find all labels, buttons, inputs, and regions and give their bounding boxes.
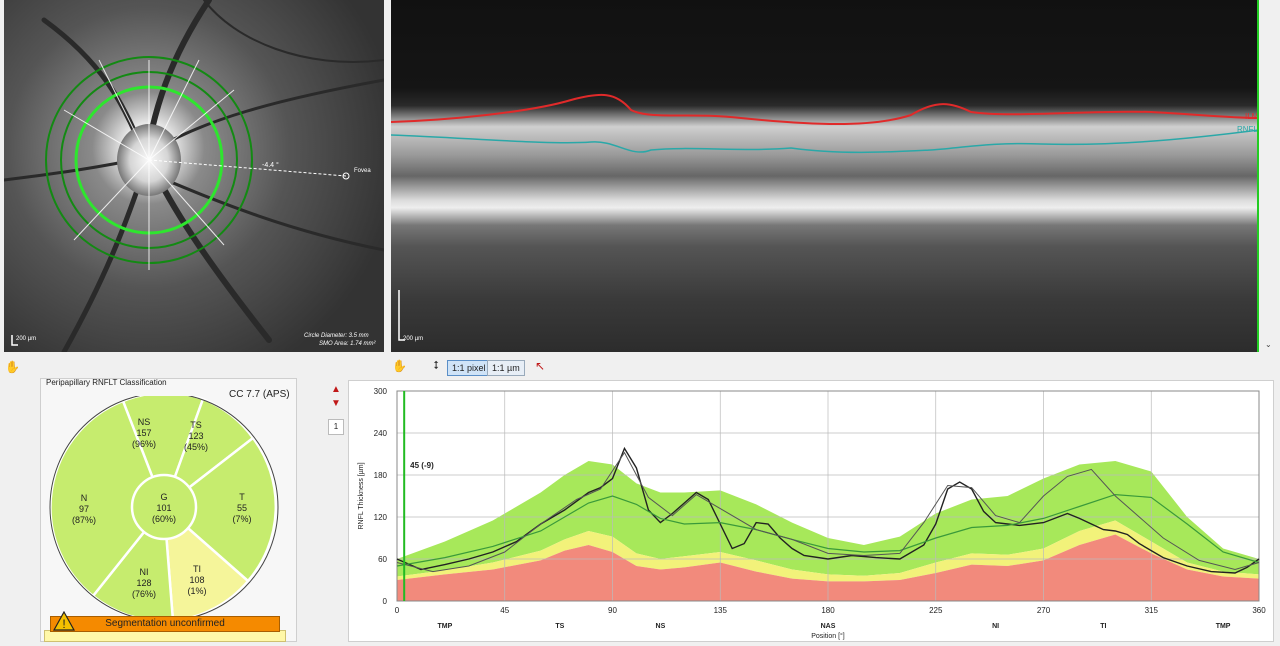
x-tick-label: 45 <box>500 606 509 615</box>
chart-svg: 0 45 90 135 180 225 270 315 360 0 60 120 180 240 300 45… <box>358 387 1266 640</box>
fundus-overlay <box>4 0 384 352</box>
x-tick-label: 180 <box>821 606 835 615</box>
sector-axis-label: NS <box>656 623 666 630</box>
circle-diameter-label: Circle Diameter: 3.5 mm <box>304 333 369 339</box>
rnfl-thickness-chart: 0 45 90 135 180 225 270 315 360 0 60 120 180 240 300 45… <box>348 380 1274 642</box>
x-tick-label: 135 <box>714 606 728 615</box>
classification-title: Peripapillary RNFLT Classification <box>46 378 167 387</box>
fundus-scale-label: 200 µm <box>16 336 37 342</box>
smo-area-label: SMO Area: 1.74 mm² <box>319 341 376 347</box>
rnfl-label: RNFL <box>1237 125 1258 134</box>
oct-overlay <box>391 93 1259 341</box>
sector-ns-pct: (96%) <box>131 439 156 449</box>
cursor-label: 45 (-9) <box>410 461 434 470</box>
oct-scale-bar <box>398 290 405 341</box>
x-axis-title: Position [°] <box>811 632 845 640</box>
y-axis-title: RNFL Thickness [µm] <box>358 462 365 529</box>
scroll-down-icon[interactable]: ⌄ <box>1265 340 1272 349</box>
x-tick-label: 90 <box>608 606 617 615</box>
sector-n-value: 97 <box>78 504 89 514</box>
hand-tool-icon[interactable]: ✋ <box>5 360 20 374</box>
fundus-image[interactable]: -4.4 ° Fovea 200 µm Circle Diameter: 3.5… <box>4 0 384 352</box>
sector-axis-label: NI <box>992 623 999 630</box>
sector-ti-pct: (1%) <box>187 586 207 596</box>
x-tick-label: 315 <box>1145 606 1159 615</box>
sector-n-pct: (87%) <box>71 515 96 525</box>
sector-n-name: N <box>80 493 88 503</box>
sector-t-label: T 55 (7%) <box>226 492 258 525</box>
ilm-boundary <box>391 93 1259 125</box>
sector-axis-label: TI <box>1100 623 1106 630</box>
rnfl-boundary <box>391 129 1259 154</box>
y-tick-label: 60 <box>378 555 387 564</box>
sector-t-name: T <box>239 492 245 502</box>
sector-t-pct: (7%) <box>232 514 252 524</box>
sector-ts-label: TS 123 (45%) <box>180 420 212 453</box>
y-tick-label: 180 <box>374 471 388 480</box>
x-tick-label: 360 <box>1252 606 1266 615</box>
sector-ni-label: NI 128 (76%) <box>128 567 160 600</box>
sector-ns-label: NS 157 (96%) <box>128 417 160 450</box>
vertical-scrollbar[interactable]: ⌄ <box>1262 0 1280 352</box>
svg-text:!: ! <box>62 617 65 631</box>
x-tick-label: 0 <box>395 606 400 615</box>
sector-ts-value: 123 <box>188 431 204 441</box>
segmentation-status: Segmentation unconfirmed <box>50 616 280 632</box>
sector-n-label: N 97 (87%) <box>68 493 100 526</box>
sector-ts-pct: (45%) <box>183 442 208 452</box>
oct-bscan-image[interactable]: ILM RNFL 200 µm <box>391 0 1259 352</box>
previous-arrow-icon[interactable]: ▲ <box>331 384 341 395</box>
sector-axis-label: TS <box>555 623 564 630</box>
sector-g-value: 101 <box>156 503 172 513</box>
sector-ni-value: 128 <box>136 578 152 588</box>
oct-position-marker[interactable] <box>1257 0 1259 352</box>
sector-g-label: G 101 (60%) <box>148 492 180 525</box>
sector-ti-label: TI 108 (1%) <box>181 564 213 597</box>
pan-tool-icon[interactable]: ✋ <box>392 359 407 373</box>
sector-ts-name: TS <box>190 420 202 430</box>
sector-g-name: G <box>160 492 168 502</box>
y-tick-label: 120 <box>374 513 388 522</box>
sector-g-pct: (60%) <box>151 514 176 524</box>
zoom-1-1-um-button[interactable]: 1:1 µm <box>487 360 525 376</box>
oct-scale-label: 200 µm <box>403 336 424 342</box>
sector-ns-name: NS <box>137 417 151 427</box>
page-number-box[interactable]: 1 <box>328 419 344 435</box>
y-tick-label: 300 <box>374 387 388 396</box>
x-tick-label: 225 <box>929 606 943 615</box>
retinal-vessels <box>4 0 384 352</box>
sector-axis-label: NAS <box>821 623 836 630</box>
fovea-label: Fovea <box>354 168 371 174</box>
sector-ns-value: 157 <box>136 428 152 438</box>
sector-axis-label: TMP <box>437 623 452 630</box>
sector-ni-pct: (76%) <box>131 589 156 599</box>
sector-ti-name: TI <box>193 564 201 574</box>
sector-ti-value: 108 <box>189 575 205 585</box>
cursor-tool-icon[interactable]: ↖ <box>535 359 545 373</box>
y-tick-label: 240 <box>374 429 388 438</box>
sector-radial-lines <box>63 59 235 270</box>
fit-height-icon[interactable]: ⭥ <box>433 360 439 373</box>
next-arrow-icon[interactable]: ▼ <box>331 398 341 409</box>
warning-icon: ! <box>53 611 75 631</box>
x-tick-label: 270 <box>1037 606 1051 615</box>
angle-label: -4.4 ° <box>262 162 279 169</box>
y-tick-label: 0 <box>383 597 388 606</box>
sector-axis-label: TMP <box>1216 623 1231 630</box>
zoom-1-1-pixel-button[interactable]: 1:1 pixel <box>447 360 491 376</box>
sector-ni-name: NI <box>139 567 149 577</box>
sector-t-value: 55 <box>236 503 247 513</box>
